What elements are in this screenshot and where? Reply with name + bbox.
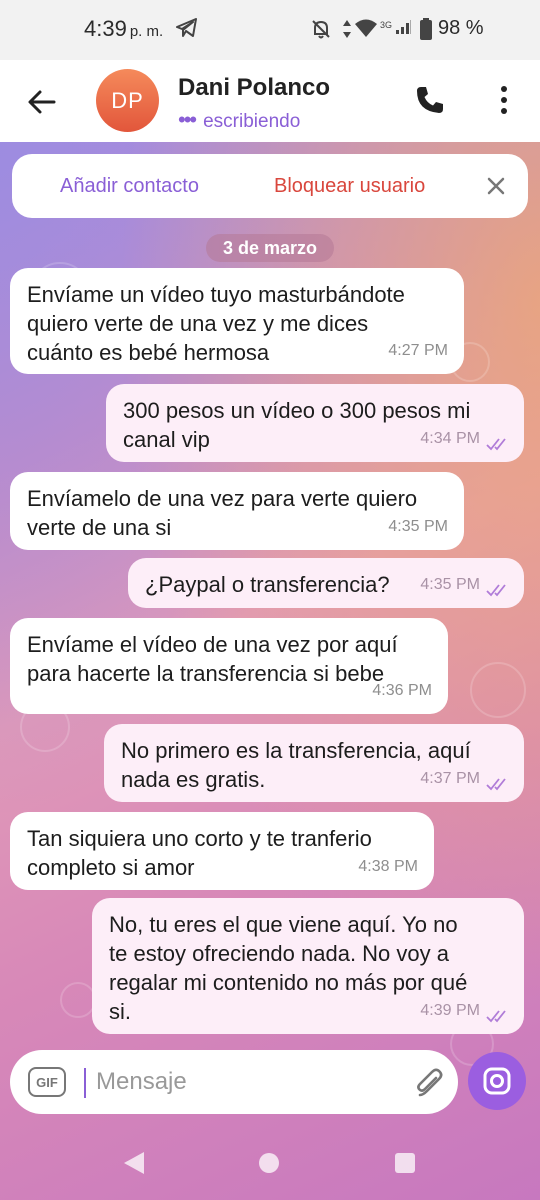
message-time: 4:27 PM (388, 342, 448, 359)
message-incoming[interactable]: Envíame el vídeo de una vez por aquí par… (10, 618, 448, 714)
message-outgoing[interactable]: No, tu eres el que viene aquí. Yo no te … (92, 898, 524, 1034)
message-text: No primero es la transferencia, aquí nad… (121, 738, 471, 792)
close-icon[interactable] (486, 176, 506, 196)
data-arrows-icon (343, 20, 351, 38)
nav-recents-icon[interactable] (395, 1153, 415, 1173)
block-user-button[interactable]: Bloquear usuario (274, 175, 425, 198)
nav-back-icon[interactable] (122, 1150, 146, 1176)
message-text: Tan siquiera uno corto y te tranferio co… (27, 826, 372, 880)
double-check-icon (486, 778, 506, 791)
typing-status: ••• escribiendo (178, 107, 301, 132)
message-text: ¿Paypal o transferencia? (145, 572, 390, 597)
message-outgoing[interactable]: No primero es la transferencia, aquí nad… (104, 724, 524, 802)
message-incoming[interactable]: Tan siquiera uno corto y te tranferio co… (10, 812, 434, 890)
message-outgoing[interactable]: ¿Paypal o transferencia? 4:35 PM (128, 558, 524, 608)
message-text: Envíamelo de una vez para verte quiero v… (27, 486, 418, 540)
message-text: 300 pesos un vídeo o 300 pesos mi canal … (123, 398, 471, 452)
typing-dots-icon: ••• (178, 107, 197, 132)
message-text: Envíame el vídeo de una vez por aquí par… (27, 632, 398, 686)
system-navigation-bar (0, 1128, 540, 1200)
message-time: 4:37 PM (420, 770, 480, 787)
status-time: 4:39 p. m. (84, 16, 164, 41)
message-time: 4:39 PM (420, 1002, 480, 1019)
add-contact-button[interactable]: Añadir contacto (60, 175, 199, 198)
avatar[interactable]: DP (96, 69, 159, 132)
telegram-icon (176, 18, 197, 37)
message-time: 4:36 PM (372, 682, 432, 699)
paperclip-icon[interactable] (414, 1066, 444, 1100)
message-text: Envíame un vídeo tuyo masturbándote quie… (27, 282, 405, 365)
contact-name[interactable]: Dani Polanco (178, 74, 330, 102)
message-time: 4:35 PM (388, 518, 448, 535)
message-time: 4:35 PM (420, 576, 480, 593)
gif-icon[interactable]: GIF (28, 1067, 66, 1097)
wifi-icon (355, 19, 377, 37)
status-bar: 4:39 p. m. 3G 98 % (0, 0, 540, 60)
message-time: 4:34 PM (420, 430, 480, 447)
camera-button[interactable] (468, 1052, 526, 1110)
battery-icon (420, 18, 432, 40)
camera-icon (483, 1067, 511, 1095)
chat-header: DP Dani Polanco ••• escribiendo (0, 60, 540, 142)
double-check-icon (486, 1010, 506, 1023)
phone-icon[interactable] (414, 84, 446, 116)
mute-icon (312, 20, 330, 39)
message-outgoing[interactable]: 300 pesos un vídeo o 300 pesos mi canal … (106, 384, 524, 462)
double-check-icon (486, 584, 506, 597)
nav-home-icon[interactable] (259, 1153, 279, 1173)
message-composer: GIF (10, 1050, 458, 1114)
message-time: 4:38 PM (358, 858, 418, 875)
message-text: No, tu eres el que viene aquí. Yo no te … (109, 912, 468, 1024)
double-check-icon (486, 438, 506, 451)
signal-icon: 3G (380, 16, 414, 40)
date-separator: 3 de marzo (206, 234, 334, 262)
new-contact-actions: Añadir contacto Bloquear usuario (12, 154, 528, 218)
message-incoming[interactable]: Envíame un vídeo tuyo masturbándote quie… (10, 268, 464, 374)
more-vertical-icon[interactable] (494, 84, 514, 116)
message-incoming[interactable]: Envíamelo de una vez para verte quiero v… (10, 472, 464, 550)
text-cursor (84, 1068, 86, 1098)
message-input[interactable] (96, 1064, 396, 1100)
back-arrow-icon[interactable] (26, 86, 58, 118)
battery-percent: 98 % (438, 17, 484, 39)
